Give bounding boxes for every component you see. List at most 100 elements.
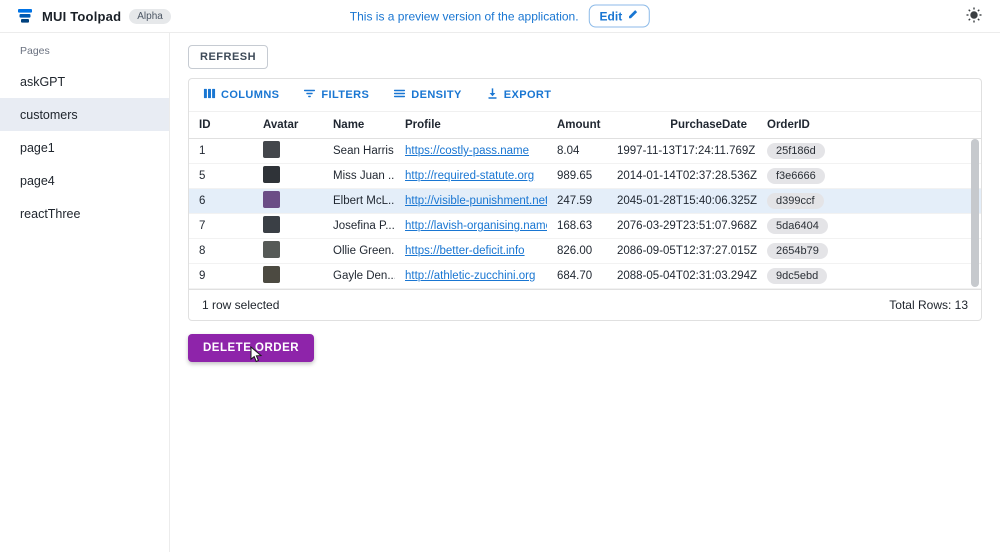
grid-header-row: ID Avatar Name Profile Amount PurchaseDa… — [189, 112, 981, 139]
filter-list-icon — [303, 87, 316, 103]
pencil-icon — [627, 9, 639, 24]
columns-button[interactable]: COLUMNS — [199, 85, 283, 105]
cell-purchasedate: 2045-01-28T15:40:06.325Z — [607, 195, 757, 207]
cell-id: 7 — [189, 220, 253, 232]
order-id-chip: f3e6666 — [767, 168, 825, 184]
table-row[interactable]: 1 Sean Harris https://costly-pass.name 8… — [189, 139, 981, 164]
cell-purchasedate: 2086-09-05T12:37:27.015Z — [607, 245, 757, 257]
column-header-purchasedate[interactable]: PurchaseDate — [607, 112, 757, 138]
cell-avatar — [253, 216, 323, 236]
alpha-badge: Alpha — [129, 9, 171, 24]
cell-name: Miss Juan ... — [323, 170, 395, 182]
order-id-chip: 2654b79 — [767, 243, 828, 259]
table-row[interactable]: 9 Gayle Den... http://athletic-zucchini.… — [189, 264, 981, 289]
density-icon — [393, 87, 406, 103]
profile-link[interactable]: https://costly-pass.name — [405, 145, 529, 157]
total-rows: Total Rows: 13 — [889, 298, 968, 312]
column-header-amount[interactable]: Amount — [547, 112, 607, 138]
table-row[interactable]: 8 Ollie Green... https://better-deficit.… — [189, 239, 981, 264]
cell-purchasedate: 1997-11-13T17:24:11.769Z — [607, 145, 757, 157]
cell-name: Ollie Green... — [323, 245, 395, 257]
sidebar-item-page4[interactable]: page4 — [0, 164, 169, 197]
avatar — [263, 191, 280, 208]
profile-link[interactable]: https://better-deficit.info — [405, 245, 525, 257]
cell-amount: 247.59 — [547, 195, 607, 207]
cell-amount: 826.00 — [547, 245, 607, 257]
column-header-orderid[interactable]: OrderID — [757, 112, 969, 138]
cell-purchasedate: 2014-01-14T02:37:28.536Z — [607, 170, 757, 182]
theme-toggle-button[interactable] — [964, 5, 984, 28]
sidebar-item-label: page1 — [20, 141, 55, 155]
sidebar-item-label: askGPT — [20, 75, 65, 89]
order-id-chip: 9dc5ebd — [767, 268, 827, 284]
cell-name: Josefina P... — [323, 220, 395, 232]
cell-amount: 168.63 — [547, 220, 607, 232]
cell-orderid: f3e6666 — [757, 168, 969, 184]
avatar — [263, 241, 280, 258]
cell-profile: http://lavish-organising.name — [395, 220, 547, 232]
sun-icon — [966, 7, 982, 26]
column-header-name[interactable]: Name — [323, 112, 395, 138]
density-button-label: DENSITY — [411, 89, 461, 101]
density-button[interactable]: DENSITY — [389, 85, 465, 105]
columns-button-label: COLUMNS — [221, 89, 279, 101]
column-header-id[interactable]: ID — [189, 112, 253, 138]
sidebar-item-label: page4 — [20, 174, 55, 188]
cell-avatar — [253, 266, 323, 286]
cell-id: 1 — [189, 145, 253, 157]
sidebar-item-askgpt[interactable]: askGPT — [0, 65, 169, 98]
cell-orderid: 2654b79 — [757, 243, 969, 259]
filters-button[interactable]: FILTERS — [299, 85, 373, 105]
avatar — [263, 266, 280, 283]
order-id-chip: d399ccf — [767, 193, 824, 209]
table-row[interactable]: 5 Miss Juan ... http://required-statute.… — [189, 164, 981, 189]
sidebar-item-page1[interactable]: page1 — [0, 131, 169, 164]
selection-status: 1 row selected — [202, 298, 279, 312]
sidebar-section-label: Pages — [0, 39, 169, 65]
vertical-scrollbar[interactable] — [971, 139, 979, 287]
cell-profile: http://required-statute.org — [395, 170, 547, 182]
table-row-selected[interactable]: 6 Elbert McL... http://visible-punishmen… — [189, 189, 981, 214]
cell-profile: https://costly-pass.name — [395, 145, 547, 157]
cell-id: 5 — [189, 170, 253, 182]
profile-link[interactable]: http://athletic-zucchini.org — [405, 270, 535, 282]
sidebar-item-reactthree[interactable]: reactThree — [0, 197, 169, 230]
export-button-label: EXPORT — [504, 89, 552, 101]
refresh-button[interactable]: REFRESH — [188, 45, 268, 69]
sidebar: Pages askGPT customers page1 page4 react… — [0, 33, 170, 552]
column-header-avatar[interactable]: Avatar — [253, 112, 323, 138]
cell-name: Gayle Den... — [323, 270, 395, 282]
data-grid: COLUMNS FILTERS — [188, 78, 982, 321]
profile-link[interactable]: http://lavish-organising.name — [405, 220, 547, 232]
table-row[interactable]: 7 Josefina P... http://lavish-organising… — [189, 214, 981, 239]
cell-name: Sean Harris — [323, 145, 395, 157]
column-header-profile[interactable]: Profile — [395, 112, 547, 138]
order-id-chip: 25f186d — [767, 143, 825, 159]
order-id-chip: 5da6404 — [767, 218, 828, 234]
sidebar-item-label: reactThree — [20, 207, 80, 221]
cell-amount: 8.04 — [547, 145, 607, 157]
avatar — [263, 166, 280, 183]
grid-toolbar: COLUMNS FILTERS — [189, 79, 981, 112]
sidebar-item-label: customers — [20, 108, 78, 122]
cell-name: Elbert McL... — [323, 195, 395, 207]
toolpad-logo-icon — [16, 7, 34, 25]
edit-button[interactable]: Edit — [589, 5, 651, 28]
download-icon — [486, 87, 499, 103]
avatar — [263, 141, 280, 158]
cell-purchasedate: 2088-05-04T02:31:03.294Z — [607, 270, 757, 282]
profile-link[interactable]: http://required-statute.org — [405, 170, 534, 182]
cell-orderid: d399ccf — [757, 193, 969, 209]
sidebar-item-customers[interactable]: customers — [0, 98, 169, 131]
cell-amount: 989.65 — [547, 170, 607, 182]
app-bar: MUI Toolpad Alpha This is a preview vers… — [0, 0, 1000, 33]
delete-order-button[interactable]: DELETE ORDER — [188, 334, 314, 362]
preview-text: This is a preview version of the applica… — [350, 9, 579, 23]
grid-footer: 1 row selected Total Rows: 13 — [189, 289, 981, 320]
cell-profile: http://visible-punishment.net — [395, 195, 547, 207]
grid-rows: 1 Sean Harris https://costly-pass.name 8… — [189, 139, 981, 289]
profile-link[interactable]: http://visible-punishment.net — [405, 195, 547, 207]
cell-avatar — [253, 241, 323, 261]
export-button[interactable]: EXPORT — [482, 85, 556, 105]
cell-orderid: 25f186d — [757, 143, 969, 159]
